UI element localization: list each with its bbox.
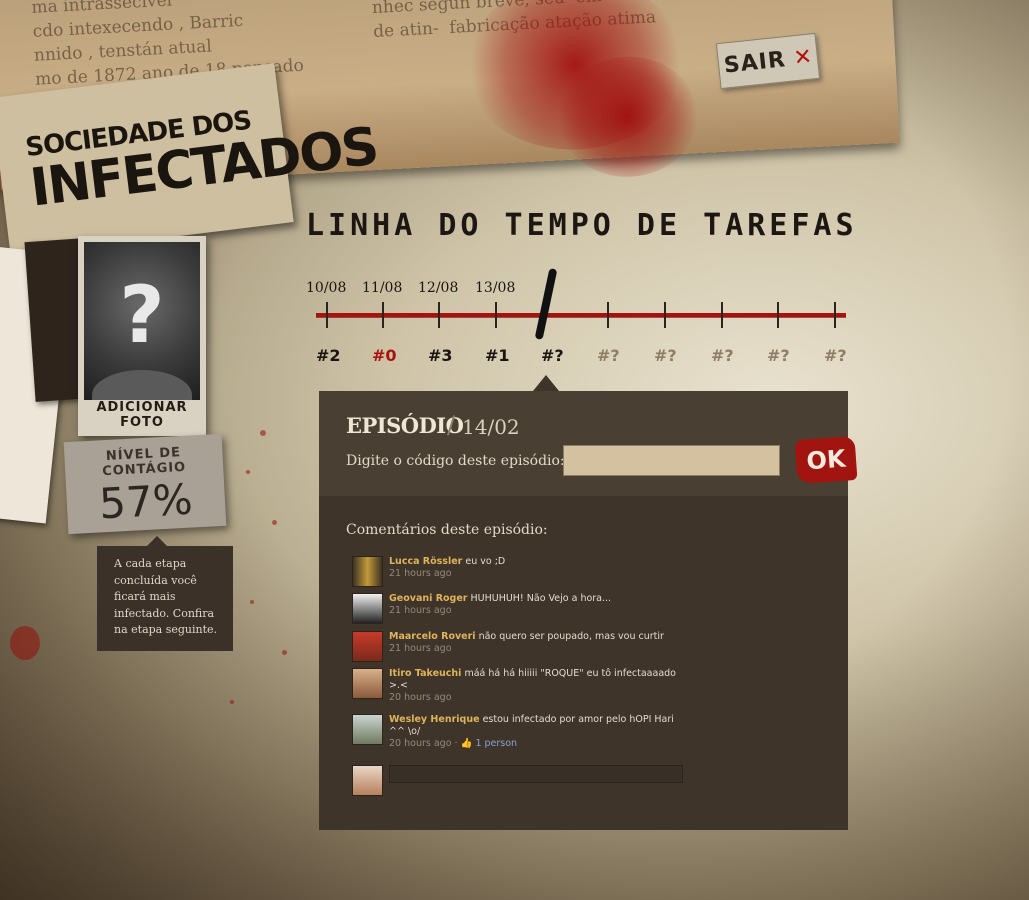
timeline-episode-0[interactable]: #2 (316, 346, 341, 365)
comment-time: 21 hours ago (389, 643, 452, 654)
commenter-name[interactable]: Itiro Takeuchi (389, 668, 461, 679)
comment-input[interactable] (389, 765, 683, 783)
current-user-avatar (352, 765, 383, 796)
timeline-episode-5[interactable]: #? (597, 346, 620, 365)
contagion-level-card: NÍVEL DE CONTÁGIO 57% (63, 433, 227, 535)
comment-text: HUHUHUH! Não Vejo a hora... (470, 593, 612, 604)
timeline-tick (721, 302, 723, 328)
timeline-episode-2[interactable]: #3 (428, 346, 453, 365)
timeline-date: 12/08 (418, 280, 459, 296)
comment-time: 21 hours ago (389, 568, 452, 579)
episode-panel: EPISÓDIO / 14/02 Digite o código deste e… (319, 375, 858, 830)
contagion-value: 57% (98, 474, 194, 529)
comment-body: Maarcelo Roveri não quero ser poupado, m… (389, 631, 664, 662)
timeline-tick (777, 302, 779, 328)
timeline-episode-3[interactable]: #1 (485, 346, 510, 365)
comment-body: Wesley Henrique estou infectado por amor… (389, 714, 674, 749)
comment-item: Maarcelo Roveri não quero ser poupado, m… (352, 631, 682, 662)
like-icon: 👍 (460, 738, 476, 749)
commenter-avatar[interactable] (352, 714, 383, 745)
title-separator: / (447, 411, 456, 439)
tip-text: A cada etapa concluída você ficará mais … (114, 557, 218, 636)
commenter-avatar[interactable] (352, 668, 383, 699)
episode-title: EPISÓDIO (346, 413, 464, 438)
commenter-name[interactable]: Lucca Rössler (389, 556, 462, 567)
logo: SOCIEDADE DOS INFECTADOS (0, 63, 380, 257)
tip-box: A cada etapa concluída você ficará mais … (97, 536, 233, 651)
timeline-title: LINHA DO TEMPO DE TAREFAS (306, 208, 858, 243)
timeline-episode-1[interactable]: #0 (372, 346, 397, 365)
episode-date: 14/02 (462, 415, 520, 439)
timeline-line (316, 313, 846, 317)
blood-drop (10, 626, 40, 660)
comment-likes[interactable]: 1 person (475, 738, 517, 749)
commenter-avatar[interactable] (352, 593, 383, 624)
comment-item: Geovani Roger HUHUHUH! Não Vejo a hora..… (352, 593, 682, 624)
timeline-episode-7[interactable]: #? (711, 346, 734, 365)
comment-text: não quero ser poupado, mas vou curtir (478, 631, 664, 642)
timeline-tick (834, 302, 836, 328)
timeline-tick (382, 302, 384, 328)
commenter-name[interactable]: Geovani Roger (389, 593, 467, 604)
timeline-tick (664, 302, 666, 328)
profile-placeholder-image: ? (84, 242, 200, 400)
commenter-avatar[interactable] (352, 631, 383, 662)
timeline-episode-8[interactable]: #? (767, 346, 790, 365)
commenter-name[interactable]: Maarcelo Roveri (389, 631, 476, 642)
code-label: Digite o código deste episódio: (346, 453, 565, 469)
contagion-label: NÍVEL DE CONTÁGIO (101, 445, 187, 480)
profile-card: ? ADICIONAR FOTO (78, 236, 206, 436)
timeline-date: 11/08 (362, 280, 403, 296)
ok-button[interactable]: OK (794, 435, 858, 485)
add-photo-button[interactable]: ADICIONAR FOTO (82, 400, 202, 430)
comment-item: Lucca Rössler eu vo ;D 21 hours ago (352, 556, 682, 587)
comments-title: Comentários deste episódio: (346, 522, 548, 538)
comment-text: eu vo ;D (465, 556, 506, 567)
reply-row (352, 765, 683, 796)
episode-header: EPISÓDIO / 14/02 Digite o código deste e… (319, 391, 858, 496)
timeline-tick (326, 302, 328, 328)
timeline-episode-4[interactable]: #? (541, 346, 564, 365)
timeline-tick (607, 302, 609, 328)
timeline-date: 10/08 (306, 280, 347, 296)
episode-code-input[interactable] (563, 445, 780, 476)
comment-item: Itiro Takeuchi máá há há hiiiii "ROQUE" … (352, 668, 682, 704)
comment-time: 20 hours ago (389, 692, 452, 703)
comment-body: Itiro Takeuchi máá há há hiiiii "ROQUE" … (389, 668, 682, 704)
timeline-episode-9[interactable]: #? (824, 346, 847, 365)
timeline-episode-6[interactable]: #? (654, 346, 677, 365)
commenter-name[interactable]: Wesley Henrique (389, 714, 480, 725)
comment-time: 20 hours ago (389, 738, 452, 749)
timeline-tick (438, 302, 440, 328)
close-x-icon: ✕ (792, 43, 814, 71)
current-position-marker (534, 267, 558, 341)
question-mark-icon: ? (119, 271, 165, 361)
comment-body: Geovani Roger HUHUHUH! Não Vejo a hora..… (389, 593, 611, 624)
commenter-avatar[interactable] (352, 556, 383, 587)
timeline-tick (495, 302, 497, 328)
comment-item: Wesley Henrique estou infectado por amor… (352, 714, 682, 750)
comment-body: Lucca Rössler eu vo ;D 21 hours ago (389, 556, 505, 587)
exit-label: SAIR (722, 46, 787, 79)
timeline-date: 13/08 (475, 280, 516, 296)
comment-time: 21 hours ago (389, 605, 452, 616)
